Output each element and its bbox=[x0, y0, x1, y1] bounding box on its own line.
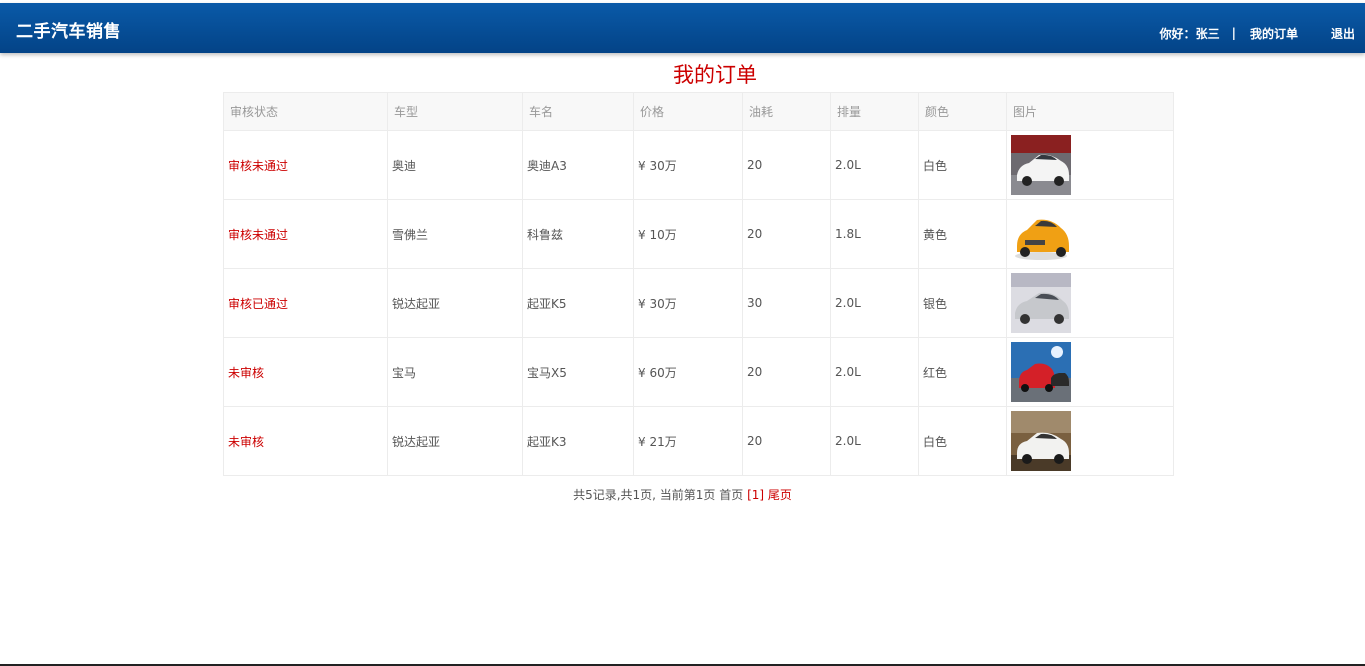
pagination: 共5记录,共1页, 当前第1页 首页 [1] 尾页 bbox=[0, 486, 1365, 503]
price-cell: ¥ 60万 bbox=[633, 337, 743, 407]
column-header-status: 审核状态 bbox=[223, 92, 388, 131]
status-cell: 审核未通过 bbox=[223, 130, 388, 200]
column-header-name: 车名 bbox=[522, 92, 634, 131]
greeting-label: 你好： bbox=[1159, 26, 1196, 41]
image-cell bbox=[1006, 268, 1174, 338]
username: 张三 bbox=[1195, 26, 1220, 41]
brand-cell: 雪佛兰 bbox=[387, 199, 523, 269]
price-cell: ¥ 21万 bbox=[633, 406, 743, 476]
page-title: 我的订单 bbox=[673, 63, 757, 87]
table-header-row: 审核状态 车型 车名 价格 油耗 排量 颜色 图片 bbox=[223, 92, 1174, 131]
column-header-brand: 车型 bbox=[387, 92, 523, 131]
name-cell: 宝马X5 bbox=[522, 337, 634, 407]
column-header-fuel: 油耗 bbox=[742, 92, 831, 131]
car-photo bbox=[1011, 342, 1071, 402]
name-cell: 科鲁兹 bbox=[522, 199, 634, 269]
image-cell bbox=[1006, 130, 1174, 200]
price-cell: ¥ 30万 bbox=[633, 130, 743, 200]
brand-logo[interactable]: 二手汽车销售 bbox=[16, 17, 121, 42]
orders-table: 审核状态 车型 车名 价格 油耗 排量 颜色 图片 审核未通过 奥迪 奥迪A3 … bbox=[223, 92, 1174, 476]
price-cell: ¥ 10万 bbox=[633, 199, 743, 269]
car-photo bbox=[1011, 273, 1071, 333]
status-cell: 未审核 bbox=[223, 406, 388, 476]
status-cell: 未审核 bbox=[223, 337, 388, 407]
car-photo bbox=[1011, 411, 1071, 471]
fuel-cell: 20 bbox=[742, 337, 831, 407]
table-row: 未审核 锐达起亚 起亚K3 ¥ 21万 20 2.0L 白色 bbox=[223, 406, 1174, 476]
brand-cell: 宝马 bbox=[387, 337, 523, 407]
table-row: 审核已通过 锐达起亚 起亚K5 ¥ 30万 30 2.0L 银色 bbox=[223, 268, 1174, 338]
status-cell: 审核未通过 bbox=[223, 199, 388, 269]
color-cell: 红色 bbox=[918, 337, 1007, 407]
my-orders-link[interactable]: 我的订单 bbox=[1250, 25, 1298, 42]
name-cell: 起亚K5 bbox=[522, 268, 634, 338]
status-cell: 审核已通过 bbox=[223, 268, 388, 338]
table-row: 未审核 宝马 宝马X5 ¥ 60万 20 2.0L 红色 bbox=[223, 337, 1174, 407]
nav-separator: | bbox=[1231, 26, 1236, 40]
brand-cell: 奥迪 bbox=[387, 130, 523, 200]
column-header-color: 颜色 bbox=[918, 92, 1007, 131]
column-header-price: 价格 bbox=[633, 92, 743, 131]
displacement-cell: 2.0L bbox=[830, 130, 919, 200]
image-cell bbox=[1006, 337, 1174, 407]
color-cell: 白色 bbox=[918, 406, 1007, 476]
displacement-cell: 1.8L bbox=[830, 199, 919, 269]
page-1-link[interactable]: [1] bbox=[747, 488, 764, 502]
image-cell bbox=[1006, 199, 1174, 269]
column-header-image: 图片 bbox=[1006, 92, 1174, 131]
brand-cell: 锐达起亚 bbox=[387, 406, 523, 476]
displacement-cell: 2.0L bbox=[830, 337, 919, 407]
pagination-summary: 共5记录,共1页, 当前第1页 bbox=[573, 488, 716, 502]
displacement-cell: 2.0L bbox=[830, 268, 919, 338]
logout-link[interactable]: 退出 bbox=[1331, 25, 1355, 42]
brand-cell: 锐达起亚 bbox=[387, 268, 523, 338]
car-photo bbox=[1011, 135, 1071, 195]
column-header-displacement: 排量 bbox=[830, 92, 919, 131]
last-page-link[interactable]: 尾页 bbox=[768, 488, 792, 502]
displacement-cell: 2.0L bbox=[830, 406, 919, 476]
name-cell: 奥迪A3 bbox=[522, 130, 634, 200]
table-row: 审核未通过 雪佛兰 科鲁兹 ¥ 10万 20 1.8L 黄色 bbox=[223, 199, 1174, 269]
fuel-cell: 20 bbox=[742, 406, 831, 476]
top-navbar: 二手汽车销售 你好： 张三 | 我的订单 退出 bbox=[0, 3, 1365, 53]
fuel-cell: 30 bbox=[742, 268, 831, 338]
color-cell: 白色 bbox=[918, 130, 1007, 200]
first-page-link[interactable]: 首页 bbox=[719, 488, 743, 502]
image-cell bbox=[1006, 406, 1174, 476]
color-cell: 银色 bbox=[918, 268, 1007, 338]
car-photo bbox=[1011, 204, 1071, 264]
fuel-cell: 20 bbox=[742, 199, 831, 269]
table-row: 审核未通过 奥迪 奥迪A3 ¥ 30万 20 2.0L 白色 bbox=[223, 130, 1174, 200]
name-cell: 起亚K3 bbox=[522, 406, 634, 476]
color-cell: 黄色 bbox=[918, 199, 1007, 269]
user-nav: 你好： 张三 | 我的订单 退出 bbox=[1160, 23, 1365, 43]
price-cell: ¥ 30万 bbox=[633, 268, 743, 338]
fuel-cell: 20 bbox=[742, 130, 831, 200]
